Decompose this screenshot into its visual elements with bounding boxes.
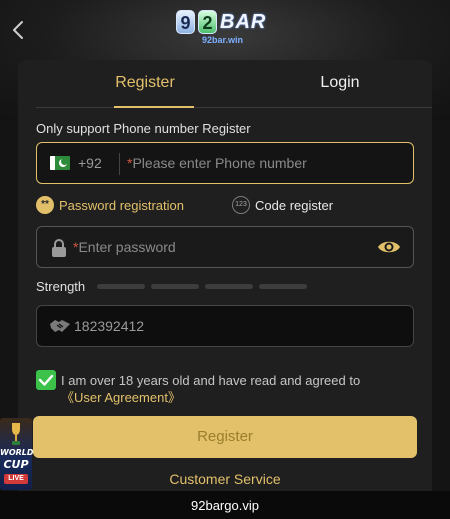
logo-subtitle: 92bar.win	[202, 35, 244, 45]
auth-tabs: Register Login	[36, 60, 432, 108]
phone-placeholder[interactable]: *Please enter Phone number	[127, 155, 307, 171]
agreement-checkbox[interactable]	[36, 370, 56, 390]
user-agreement-link[interactable]: 《User Agreement》	[61, 390, 181, 405]
invite-code-field[interactable]: 182392412	[36, 305, 414, 347]
phone-divider	[119, 153, 120, 175]
world-cup-line2: CUP	[3, 458, 29, 471]
strength-label: Strength	[36, 279, 86, 294]
password-field[interactable]: *Enter password	[36, 226, 414, 268]
agreement-statement: I am over 18 years old and have read and…	[61, 373, 361, 388]
code-register-option[interactable]: 123 Code register	[232, 196, 333, 214]
registration-mode-options: ** Password registration 123 Code regist…	[36, 196, 414, 214]
strength-level-2	[151, 284, 199, 289]
eye-icon[interactable]	[377, 237, 401, 257]
strength-level-4	[259, 284, 307, 289]
chevron-left-icon	[13, 21, 23, 39]
live-tag: LIVE	[4, 474, 28, 484]
register-button[interactable]: Register	[33, 416, 417, 458]
agreement-text: I am over 18 years old and have read and…	[61, 372, 411, 406]
numeric-code-icon: 123	[232, 196, 250, 214]
world-cup-line1: WORLD	[0, 448, 34, 457]
password-registration-option[interactable]: ** Password registration	[36, 196, 184, 214]
phone-placeholder-text: Please enter Phone number	[132, 155, 307, 171]
password-placeholder-text: Enter password	[78, 239, 176, 255]
handshake-icon	[50, 320, 70, 332]
trophy-icon	[12, 423, 20, 445]
password-placeholder[interactable]: *Enter password	[73, 239, 176, 255]
customer-service-link[interactable]: Customer Service	[0, 471, 450, 487]
strength-level-3	[205, 284, 253, 289]
country-code[interactable]: +92	[78, 155, 102, 171]
pakistan-flag-icon	[50, 156, 70, 170]
tab-login[interactable]: Login	[265, 74, 415, 92]
footer-url: 92bargo.vip	[191, 498, 259, 513]
logo-word: BAR	[220, 10, 267, 33]
invite-code-value[interactable]: 182392412	[74, 318, 144, 334]
password-registration-label: Password registration	[59, 197, 184, 213]
logo-digit-2: 2	[198, 10, 217, 34]
checkmark-icon	[38, 374, 54, 386]
back-button[interactable]	[10, 20, 32, 42]
logo-digit-9: 9	[176, 10, 195, 34]
active-tab-indicator	[114, 106, 194, 108]
strength-level-1	[97, 284, 145, 289]
lock-icon	[52, 239, 66, 257]
phone-only-notice: Only support Phone number Register	[36, 121, 251, 136]
password-dots-icon: **	[36, 196, 54, 214]
app-logo: 9 2 BAR 92bar.win	[176, 10, 276, 52]
phone-field[interactable]: +92 *Please enter Phone number	[36, 142, 414, 184]
tab-register[interactable]: Register	[70, 74, 220, 92]
world-cup-live-badge[interactable]: WORLD CUP LIVE	[0, 418, 34, 490]
code-register-label: Code register	[255, 197, 334, 213]
